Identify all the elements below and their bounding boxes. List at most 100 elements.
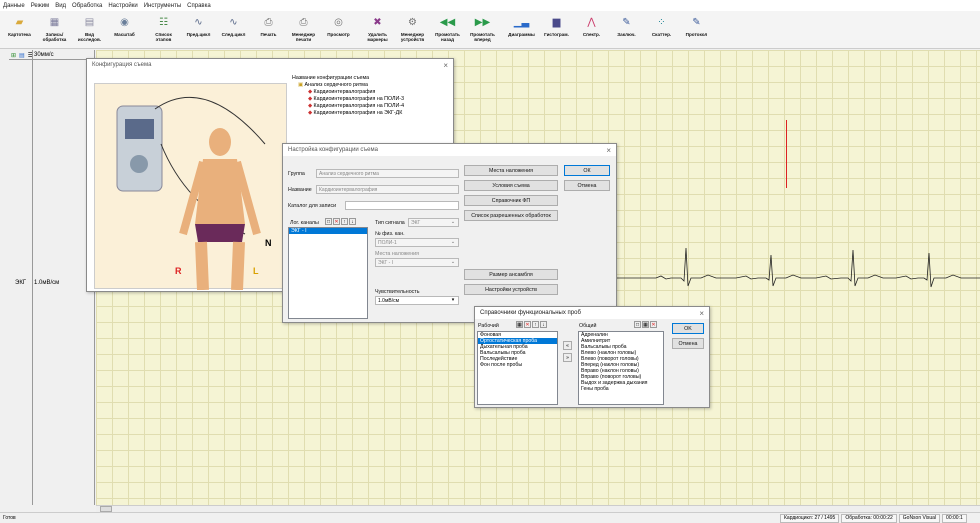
toolbar-label: Скаттер. (651, 32, 672, 37)
fp-reference-button[interactable]: Справочник ФП (464, 195, 558, 206)
close-icon[interactable]: × (443, 61, 448, 70)
zoom-icon: ◉ (120, 16, 129, 28)
working-list[interactable]: Фоновая Ортостатическая проба Дыхательная … (477, 331, 558, 405)
cancel-button[interactable]: Отмена (564, 180, 610, 191)
doc-icon[interactable]: ▤ (19, 52, 25, 59)
toolbar-button[interactable]: ✎ Заключ. (609, 11, 644, 47)
menu-item[interactable]: Режим (31, 3, 50, 9)
list-item[interactable]: Фон после пробы (478, 362, 557, 368)
tree-header: Название конфигурации съема (292, 75, 370, 81)
settings-window: Настройка конфигурации съема × Группа Ан… (282, 143, 617, 323)
toolbar-button[interactable]: ⋀ Спектр. (574, 11, 609, 47)
log-channels-list[interactable]: ЭКГ - I (288, 227, 368, 319)
add-icon[interactable]: □ (634, 321, 641, 328)
preview-icon: ◎ (334, 16, 343, 28)
forward-icon: ▶▶ (474, 16, 491, 28)
common-list[interactable]: Адреналин Амилнитрит Вальсальвы проба Влево… (578, 331, 664, 405)
delete-icon[interactable]: ✕ (524, 321, 531, 328)
catalog-field[interactable] (345, 201, 459, 210)
toolbar-label: Список этапов (155, 32, 172, 42)
up-arrow-icon[interactable]: ↑ (341, 218, 348, 225)
toolbar-button[interactable]: ▤ Вид исследов. (72, 11, 107, 47)
conditions-button[interactable]: Условия съема (464, 180, 558, 191)
tree-root[interactable]: ▣ Анализ сердечного ритма (292, 82, 447, 89)
toolbar-button[interactable]: ▁▃ Диаграммы (504, 11, 539, 47)
device-settings-button[interactable]: Настройки устройств (464, 284, 558, 295)
allowed-processing-button[interactable]: Список разрешенных обработок (464, 210, 558, 221)
toolbar-button[interactable]: ⎙ Печать (251, 11, 286, 47)
move-right-icon[interactable]: » (563, 353, 572, 362)
toolbar-button[interactable]: ⁘ Скаттер. (644, 11, 679, 47)
down-arrow-icon[interactable]: ↓ (349, 218, 356, 225)
tree-item[interactable]: ◆ Кардиоинтервалография на ПОЛИ-4 (292, 103, 447, 110)
func-ok-button[interactable]: OK (672, 323, 704, 334)
toolbar-button[interactable]: ∿ След.цикл (216, 11, 251, 47)
tree-item[interactable]: ◆ Кардиоинтервалография на ПОЛИ-3 (292, 96, 447, 103)
toolbar-label: Пред.цикл (186, 32, 211, 37)
up-arrow-icon[interactable]: ↑ (532, 321, 539, 328)
chevron-down-icon: ▾ (451, 297, 455, 303)
menu-item[interactable]: Настройки (108, 3, 137, 9)
menu-item[interactable]: Данные (3, 3, 25, 9)
func-body: Рабочий ▦ ✕ ↑ ↓ Фоновая Ортостатическая п… (475, 319, 709, 407)
toolbar-button[interactable]: ▆ Гистограм. (539, 11, 574, 47)
close-icon[interactable]: × (606, 146, 611, 155)
toolbar-button[interactable]: ◀◀ Промотать назад (430, 11, 465, 47)
toolbar-label: Спектр. (582, 32, 601, 37)
toolbar-label: Масштаб (114, 32, 135, 37)
toolbar-button[interactable]: ◎ Просмотр (321, 11, 356, 47)
list-item[interactable]: ЭКГ - I (289, 228, 367, 234)
tree-item[interactable]: ◆ Кардиоинтервалография на ЭКГ-ДК (292, 110, 447, 117)
chevron-down-icon: ⌄ (450, 219, 456, 225)
menu-item[interactable]: Вид (55, 3, 66, 9)
horizontal-scrollbar[interactable] (96, 505, 980, 512)
catalog-label: Каталог для записи (288, 203, 337, 209)
menu-item[interactable]: Обработка (72, 3, 102, 9)
toolbar-button[interactable]: ✖ Удалить маркеры (360, 11, 395, 47)
print-manager-icon: ⎙ (299, 16, 308, 28)
electrode-diagram: R L N (94, 83, 287, 291)
add-channel-icon[interactable]: □ (325, 218, 332, 225)
toolbar-button[interactable]: ▶▶ Промотать вперед (465, 11, 500, 47)
add-icon[interactable]: ⊞ (11, 52, 16, 59)
toolbar-button[interactable]: ▰ Картотека (2, 11, 37, 47)
delete-icon[interactable]: ✕ (333, 218, 340, 225)
phys-channel-select[interactable]: ПОЛИ-1 ⌄ (375, 238, 459, 247)
grid-icon[interactable]: ▦ (516, 321, 523, 328)
menu-item[interactable]: Инструменты (144, 3, 181, 9)
close-icon[interactable]: × (699, 309, 704, 318)
settings-body: Группа Анализ сердечного ритма Название … (283, 156, 616, 322)
name-field[interactable]: Кардиоинтервалография (316, 185, 459, 194)
toolbar-label: Просмотр (327, 32, 350, 37)
log-channels-label: Лог. каналы (290, 220, 319, 226)
down-arrow-icon[interactable]: ↓ (540, 321, 547, 328)
toolbar-button[interactable]: ▦ Запись/обработка (37, 11, 72, 47)
move-left-icon[interactable]: « (563, 341, 572, 350)
rewind-icon: ◀◀ (439, 16, 456, 28)
tree-item[interactable]: ◆ Кардиоинтервалография (292, 89, 447, 96)
ok-button[interactable]: ОК (564, 165, 610, 176)
delete-icon[interactable]: ✕ (650, 321, 657, 328)
record-icon: ▦ (49, 16, 60, 28)
sensitivity-select[interactable]: 1.0мВ/см ▾ (375, 296, 459, 305)
placement-button[interactable]: Места наложения (464, 165, 558, 176)
grid-icon[interactable]: ▦ (642, 321, 649, 328)
signal-type-select[interactable]: ЭКГ ⌄ (408, 218, 459, 227)
toolbar-button[interactable]: ⚙ Менеджер устройств (395, 11, 430, 47)
placement-select[interactable]: ЭКГ - I ⌄ (375, 258, 459, 267)
phys-channel-label: № физ. кан. (375, 231, 405, 237)
func-cancel-button[interactable]: Отмена (672, 338, 704, 349)
config-window-title: Конфигурация съема (92, 62, 152, 68)
config-tree[interactable]: Название конфигурации съема ▣ Анализ сер… (292, 75, 447, 116)
toolbar-button[interactable]: ✎ Протокол (679, 11, 714, 47)
toolbar-button[interactable]: ◉ Масштаб (107, 11, 142, 47)
toolbar-button[interactable]: ∿ Пред.цикл (181, 11, 216, 47)
ensemble-size-button[interactable]: Размер ансамбля (464, 269, 558, 280)
toolbar-button[interactable]: ☷ Список этапов (146, 11, 181, 47)
list-item[interactable]: Гены проба (579, 386, 663, 392)
group-field[interactable]: Анализ сердечного ритма (316, 169, 459, 178)
stages-icon: ☷ (159, 16, 168, 28)
sensitivity-label: Чувствительность (375, 289, 420, 295)
toolbar-button[interactable]: ⎙ Менеджер печати (286, 11, 321, 47)
menu-item[interactable]: Справка (187, 3, 211, 9)
